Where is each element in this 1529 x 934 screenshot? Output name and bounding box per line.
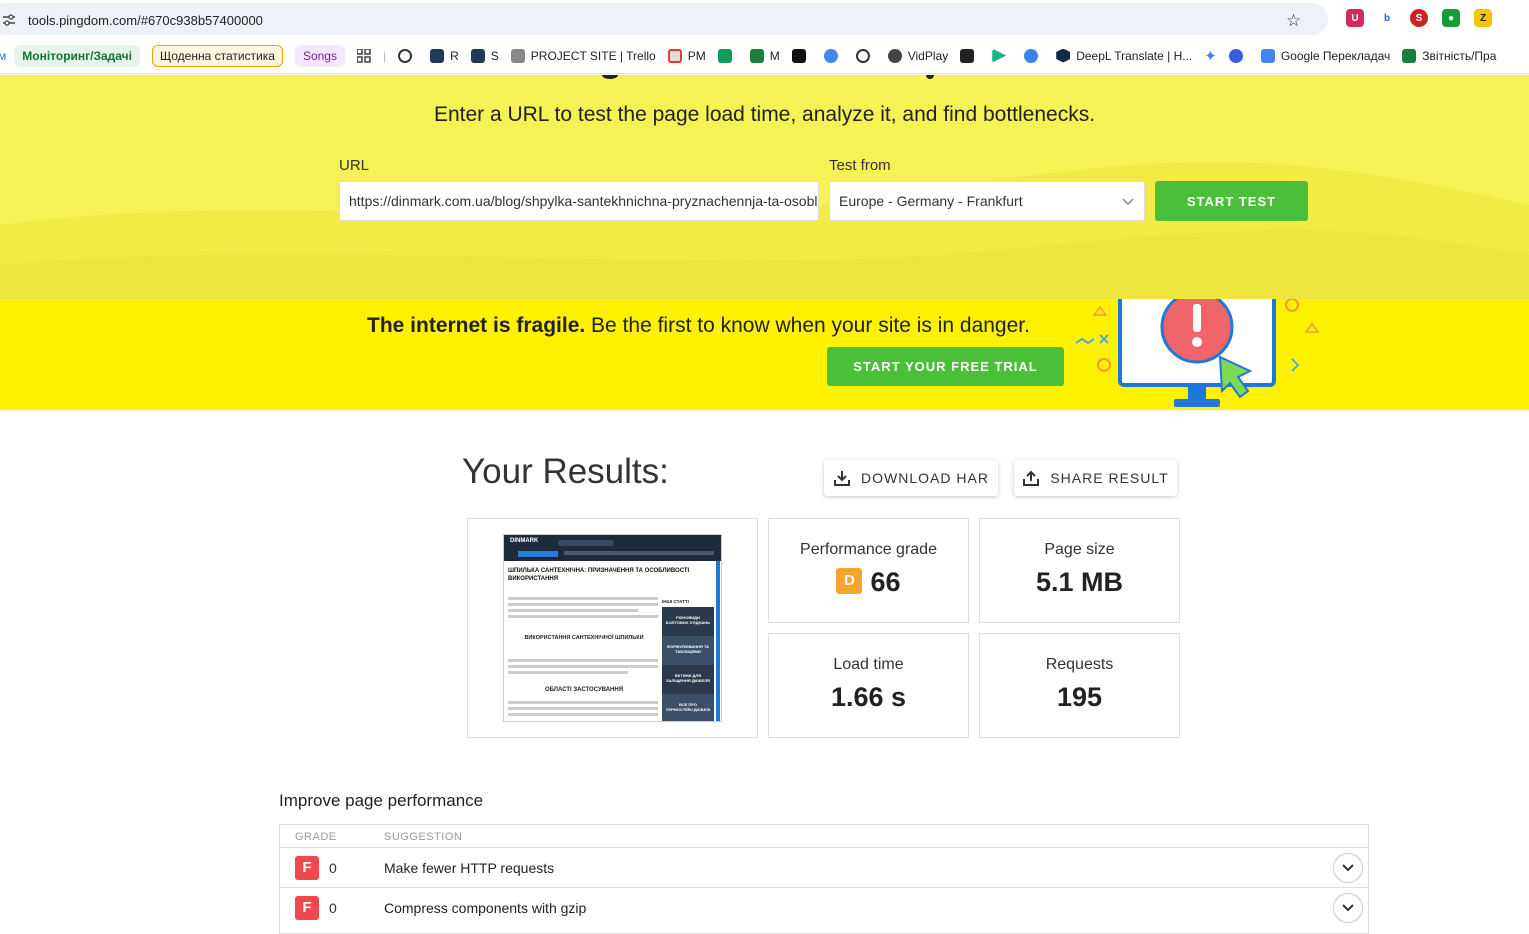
hero-title-cutoff <box>602 75 934 79</box>
bookmark-daily-stats[interactable]: Щоденна статистика <box>151 44 283 67</box>
page-size-card: Page size 5.1 MB <box>979 518 1180 623</box>
test-from-select[interactable]: Europe - Germany - Frankfurt <box>829 181 1145 221</box>
thumb-sidebar-title: ІНШІ СТАТТІ <box>662 599 689 604</box>
monitor-alert-illustration <box>1075 299 1320 407</box>
thumb-sidebar: РІЗНОВИДИ БОЛТОВИХ З'ЄДНАНЬ ФОРМУЛЮВАННЯ… <box>662 607 714 721</box>
bookmark-google-translate[interactable]: Google Перекладач <box>1260 45 1390 67</box>
thumb-section2: ОБЛАСТІ ЗАСТОСУВАННЯ <box>544 687 624 693</box>
start-test-button[interactable]: START TEST <box>1155 181 1308 221</box>
bookmark-pm[interactable]: PM <box>667 45 706 67</box>
suggestions-table: GRADE SUGGESTION F 0 Make fewer HTTP req… <box>279 824 1369 934</box>
performance-grade-card: Performance grade D 66 <box>768 518 969 623</box>
page-screenshot-thumbnail: DINMARK ШПИЛЬКА САНТЕХНІЧНА: ПРИЗНАЧЕННЯ… <box>503 534 722 722</box>
bookmark-dark-icon[interactable] <box>960 45 980 67</box>
bookmark-heart-icon[interactable] <box>1024 45 1044 67</box>
promo-banner: The internet is fragile. Be the first to… <box>0 299 1529 410</box>
improve-title: Improve page performance <box>279 791 484 810</box>
thumb-header: DINMARK <box>504 535 721 561</box>
requests-label: Requests <box>1045 656 1114 673</box>
download-icon <box>834 471 851 486</box>
bookmark-blue-circle-icon[interactable] <box>1228 45 1249 67</box>
red-extension-icon[interactable]: S <box>1410 9 1428 27</box>
chevron-down-icon <box>1122 182 1134 221</box>
thumb-section1: ВИКОРИСТАННЯ САНТЕХНІЧНОЇ ШПИЛЬКИ <box>524 635 644 641</box>
bookmarks-separator: | <box>382 48 387 63</box>
bookmark-meet-icon[interactable] <box>717 45 738 67</box>
bookmark-s[interactable]: S <box>470 45 499 67</box>
download-har-button[interactable]: DOWNLOAD HAR <box>824 460 998 496</box>
performance-grade-value: 66 <box>870 567 901 597</box>
results-title: Your Results: <box>462 452 669 491</box>
expand-chevron-button[interactable] <box>1333 893 1363 923</box>
requests-value: 195 <box>1056 682 1103 712</box>
download-har-label: DOWNLOAD HAR <box>861 470 989 486</box>
chevron-down-icon <box>1342 864 1354 872</box>
url-label: URL <box>339 157 370 174</box>
row-score: 0 <box>329 900 337 916</box>
bookmark-r[interactable]: R <box>430 45 459 67</box>
site-settings-icon[interactable] <box>2 14 15 26</box>
bookmark-star-icon[interactable]: ☆ <box>1286 11 1301 31</box>
grade-f-badge: F <box>295 856 319 880</box>
page-size-value: 5.1 MB <box>1035 567 1124 597</box>
grade-d-badge: D <box>836 567 863 594</box>
free-trial-button[interactable]: START YOUR FREE TRIAL <box>827 347 1064 386</box>
chevron-down-icon <box>1342 904 1354 912</box>
hero-subtitle: Enter a URL to test the page load time, … <box>433 103 1096 126</box>
bookmark-loop-icon[interactable] <box>398 45 418 67</box>
bookmark-songs[interactable]: Songs <box>294 44 345 67</box>
hero-section: Enter a URL to test the page load time, … <box>0 75 1529 299</box>
bookmarks-bar: м Моніторинг/Задачі Щоденна статистика S… <box>0 38 1529 74</box>
browser-address-bar: tools.pingdom.com/#670c938b57400000 ☆ U … <box>0 0 1529 38</box>
blue-extension-icon[interactable]: b <box>1378 9 1396 27</box>
bookmark-gemini-icon[interactable]: ✦ <box>1204 45 1217 67</box>
load-time-value: 1.66 s <box>830 682 907 712</box>
bookmark-trello[interactable]: PROJECT SITE | Trello <box>510 45 656 67</box>
row-suggestion: Make fewer HTTP requests <box>384 860 555 876</box>
bookmark-black-icon[interactable] <box>791 45 812 67</box>
ublock-extension-icon[interactable]: U <box>1346 9 1364 27</box>
bookmark-deepl[interactable]: DeepL Translate | H... <box>1056 45 1192 67</box>
load-time-card: Load time 1.66 s <box>768 633 969 738</box>
page-size-label: Page size <box>1044 541 1115 558</box>
column-header-suggestion: SUGGESTION <box>384 831 463 843</box>
test-from-label: Test from <box>829 157 891 174</box>
promo-text-rest: Be the first to know when your site is i… <box>585 314 1030 337</box>
url-input[interactable]: https://dinmark.com.ua/blog/shpylka-sant… <box>339 181 819 221</box>
test-from-value: Europe - Germany - Frankfurt <box>839 193 1023 209</box>
bookmark-monitoring[interactable]: Моніторинг/Задачі <box>14 44 140 67</box>
share-result-button[interactable]: SHARE RESULT <box>1014 460 1177 496</box>
share-icon <box>1023 470 1040 486</box>
promo-text: The internet is fragile. Be the first to… <box>367 314 1030 338</box>
thumb-heading: ШПИЛЬКА САНТЕХНІЧНА: ПРИЗНАЧЕННЯ ТА ОСОБ… <box>508 568 690 582</box>
bookmark-ads-icon[interactable] <box>823 45 844 67</box>
requests-card: Requests 195 <box>979 633 1180 738</box>
share-result-label: SHARE RESULT <box>1050 470 1169 486</box>
row-suggestion: Compress components with gzip <box>384 900 587 916</box>
column-header-grade: GRADE <box>295 831 337 843</box>
bookmark-m[interactable]: M <box>749 45 780 67</box>
extensions-tray: U b S ● Z <box>1346 9 1492 27</box>
bookmark-partial[interactable]: м <box>0 45 6 67</box>
promo-text-bold: The internet is fragile. <box>367 314 586 337</box>
table-row[interactable]: F 0 Make fewer HTTP requests <box>280 847 1368 887</box>
performance-grade-label: Performance grade <box>800 541 937 558</box>
thumb-logo: DINMARK <box>510 538 539 544</box>
apps-grid-icon[interactable] <box>356 45 371 67</box>
load-time-label: Load time <box>833 656 904 673</box>
bookmark-vidplay[interactable]: VidPlay <box>887 45 948 67</box>
green-extension-icon[interactable]: ● <box>1442 9 1460 27</box>
row-score: 0 <box>329 860 337 876</box>
expand-chevron-button[interactable] <box>1333 853 1363 883</box>
url-text[interactable]: tools.pingdom.com/#670c938b57400000 <box>28 13 263 28</box>
grade-f-badge: F <box>295 896 319 920</box>
bookmark-report[interactable]: Звітність/Пра <box>1402 45 1496 67</box>
bookmark-play-icon[interactable] <box>992 45 1012 67</box>
bookmark-openai-icon[interactable] <box>855 45 876 67</box>
table-row[interactable]: F 0 Compress components with gzip <box>280 887 1368 927</box>
address-pill[interactable]: tools.pingdom.com/#670c938b57400000 ☆ <box>0 3 1328 35</box>
yellow-extension-icon[interactable]: Z <box>1474 9 1492 27</box>
